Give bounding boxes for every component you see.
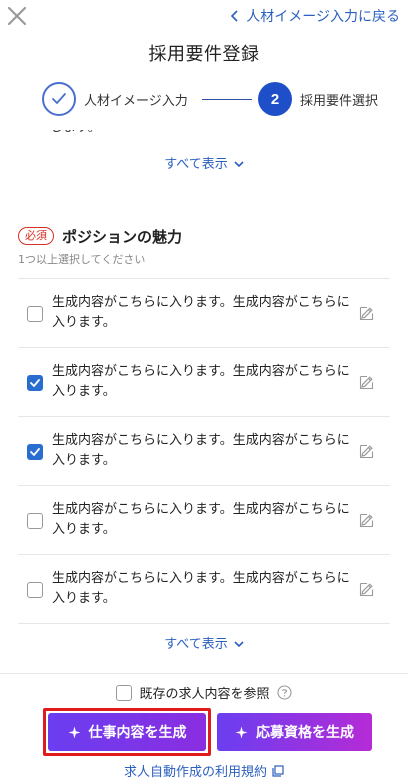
list-item: 生成内容がこちらに入ります。生成内容がこちらに入ります。 xyxy=(18,486,390,555)
back-link-label: 人材イメージ入力に戻る xyxy=(246,9,400,25)
page-title: 採用要件登録 xyxy=(148,44,260,65)
step1-label: 人材イメージ入力 xyxy=(84,94,188,109)
step-connector xyxy=(202,99,252,100)
list-item: 生成内容がこちらに入ります。生成内容がこちらに入ります。 xyxy=(18,348,390,417)
required-badge: 必須 xyxy=(18,227,54,245)
reference-existing-row: 既存の求人内容を参照 xyxy=(0,683,408,702)
check-icon xyxy=(30,379,40,387)
option-list: 生成内容がこちらに入ります。生成内容がこちらに入ります。 生成内容がこちらに入り… xyxy=(18,278,390,624)
option-text: 生成内容がこちらに入ります。生成内容がこちらに入ります。 xyxy=(52,571,350,606)
edit-icon[interactable] xyxy=(359,581,375,597)
terms-link-label: 求人自動作成の利用規約 xyxy=(123,765,267,780)
back-to-image-input-link[interactable]: 人材イメージ入力に戻る xyxy=(230,6,400,26)
stepper: 人材イメージ入力 2 採用要件選択 xyxy=(42,82,392,116)
section-title: ポジションの魅力 xyxy=(62,227,183,246)
reference-existing-label: 既存の求人内容を参照 xyxy=(139,687,270,702)
option-checkbox[interactable] xyxy=(27,513,43,529)
option-text: 生成内容がこちらに入ります。生成内容がこちらに入ります。 xyxy=(52,433,350,468)
list-item: 生成内容がこちらに入ります。生成内容がこちらに入ります。 xyxy=(18,417,390,486)
show-all-label: すべて表示 xyxy=(164,637,228,652)
scroll-content[interactable]: します。 すべて表示 必須 ポジションの魅力 1つ以上選択してください 生成内容… xyxy=(0,116,408,674)
section-header: 必須 ポジションの魅力 xyxy=(18,226,182,246)
external-link-icon xyxy=(272,764,284,777)
checkmark-icon xyxy=(52,93,66,104)
highlight-box xyxy=(43,708,211,756)
step1-complete-indicator xyxy=(42,82,76,116)
option-text: 生成内容がこちらに入ります。生成内容がこちらに入ります。 xyxy=(52,502,350,537)
edit-icon[interactable] xyxy=(359,374,375,390)
show-all-link-previous[interactable]: すべて表示 xyxy=(0,153,408,172)
header: 人材イメージ入力に戻る 採用要件登録 人材イメージ入力 2 採用要件選択 xyxy=(0,0,408,130)
chevron-down-icon xyxy=(234,641,244,648)
option-checkbox[interactable] xyxy=(27,306,43,322)
option-text: 生成内容がこちらに入ります。生成内容がこちらに入ります。 xyxy=(52,364,350,399)
sparkle-icon xyxy=(235,726,248,738)
generate-qualifications-label: 応募資格を生成 xyxy=(256,725,354,741)
option-text: 生成内容がこちらに入ります。生成内容がこちらに入ります。 xyxy=(52,295,350,330)
option-checkbox-checked[interactable] xyxy=(27,375,43,391)
terms-of-use-link[interactable]: 求人自動作成の利用規約 xyxy=(0,761,408,780)
reference-existing-checkbox[interactable] xyxy=(116,684,133,701)
edit-icon[interactable] xyxy=(359,512,375,528)
edit-icon[interactable] xyxy=(359,443,375,459)
chevron-down-icon xyxy=(234,161,244,168)
close-icon[interactable] xyxy=(4,3,30,29)
step2-label: 採用要件選択 xyxy=(300,94,379,109)
footer: 既存の求人内容を参照 仕事内容を生成 応募資格を生成 求人自動作成の利用規約 xyxy=(0,673,408,782)
section-subtitle: 1つ以上選択してください xyxy=(18,253,146,266)
help-icon[interactable] xyxy=(276,685,292,700)
show-all-link[interactable]: すべて表示 xyxy=(0,633,408,652)
step2-number: 2 xyxy=(258,82,292,116)
chevron-left-icon xyxy=(231,10,238,22)
generate-qualifications-button[interactable]: 応募資格を生成 xyxy=(217,713,372,751)
list-item: 生成内容がこちらに入ります。生成内容がこちらに入ります。 xyxy=(18,555,390,624)
option-checkbox-checked[interactable] xyxy=(27,444,43,460)
edit-icon[interactable] xyxy=(359,305,375,321)
list-item: 生成内容がこちらに入ります。生成内容がこちらに入ります。 xyxy=(18,279,390,348)
show-all-label: すべて表示 xyxy=(164,157,228,172)
check-icon xyxy=(30,448,40,456)
option-checkbox[interactable] xyxy=(27,582,43,598)
